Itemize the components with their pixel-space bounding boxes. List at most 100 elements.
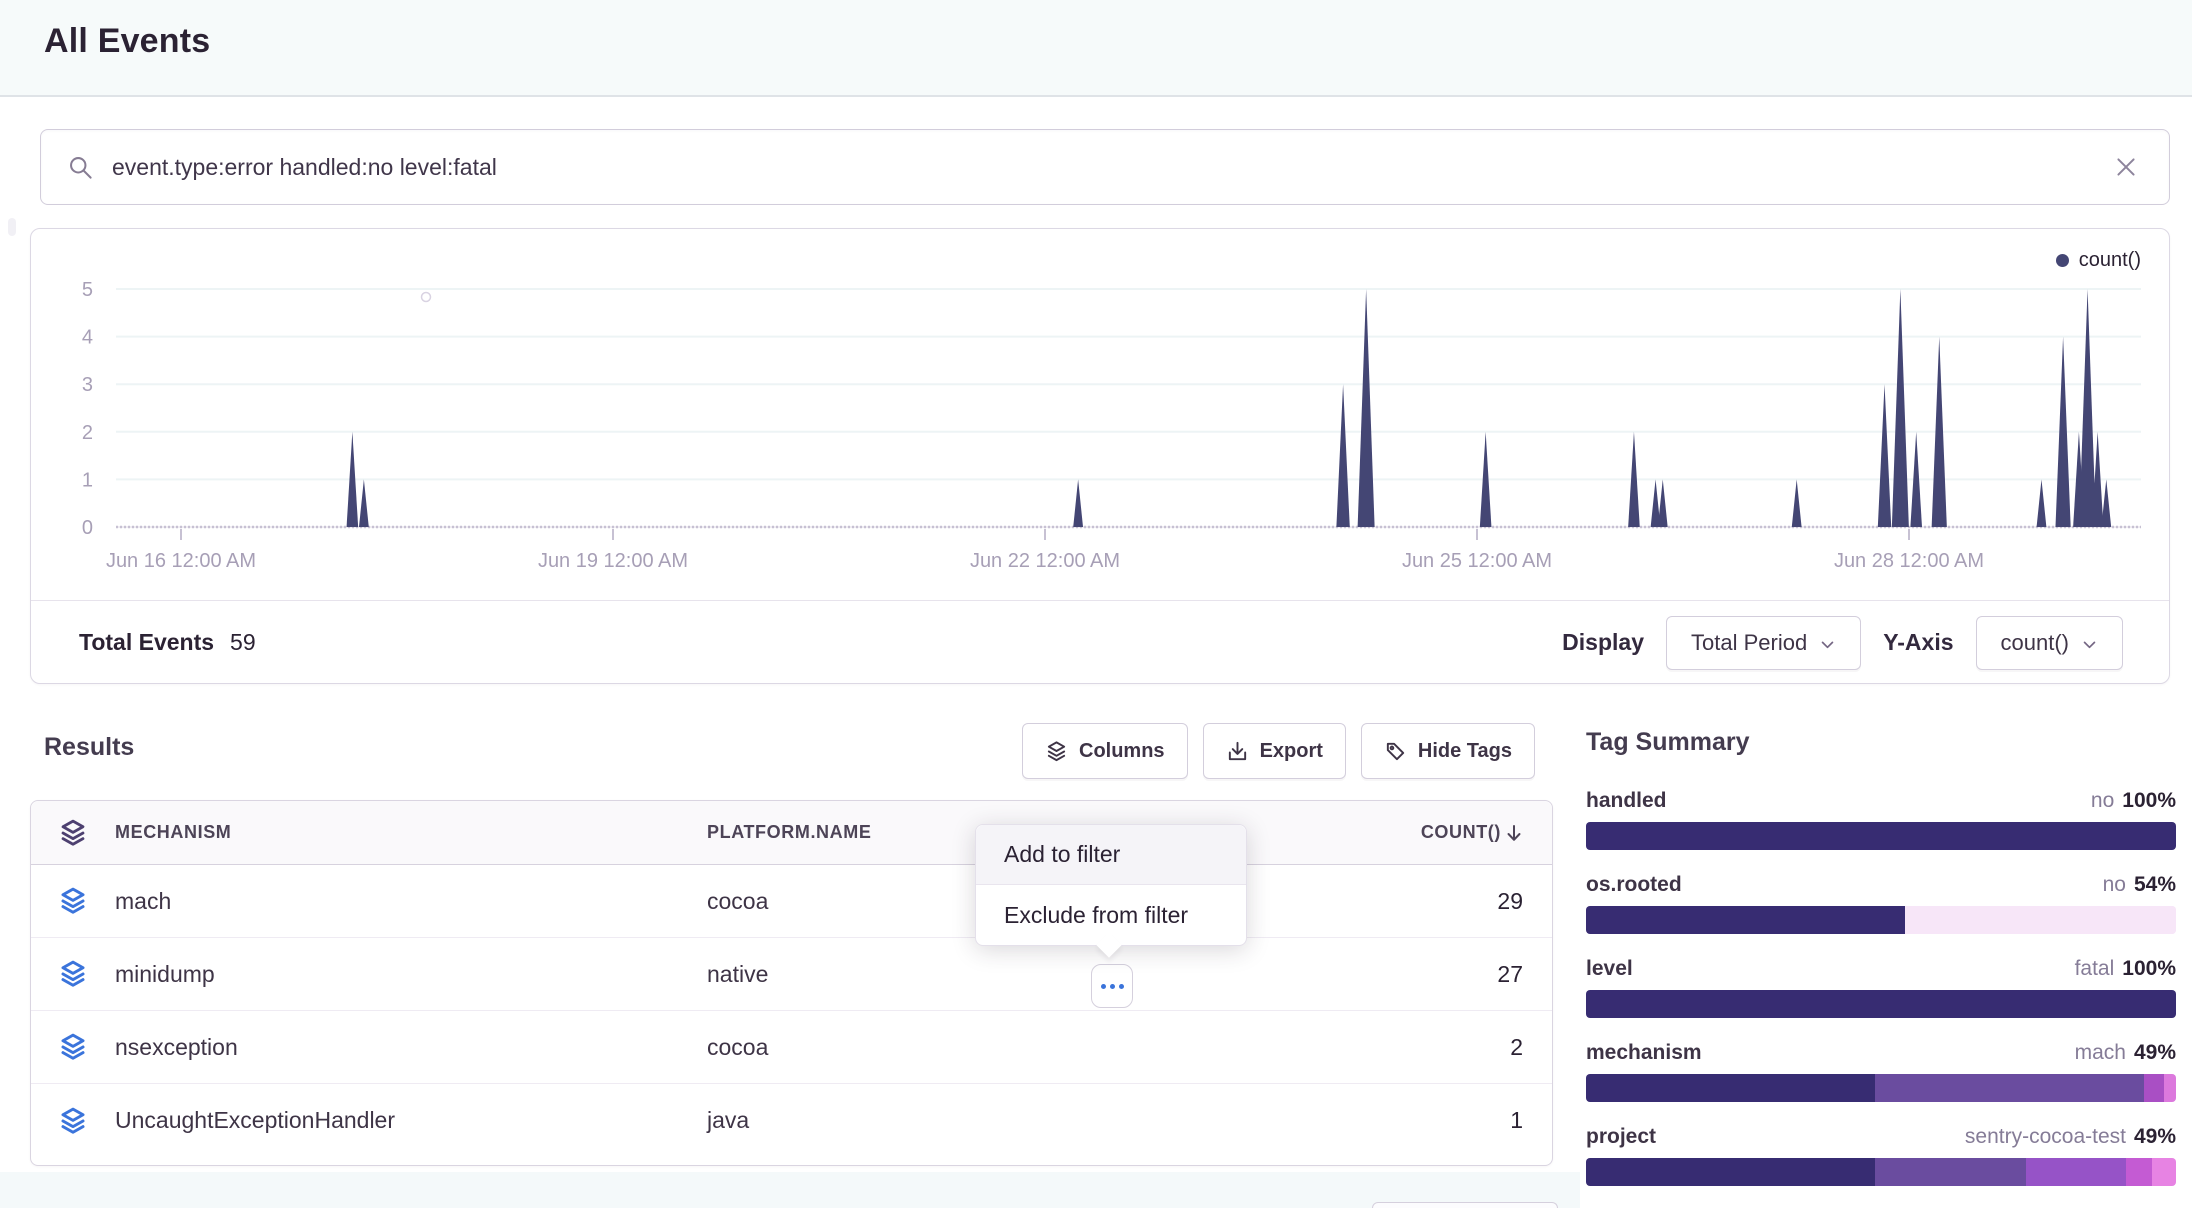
table-row[interactable]: UncaughtExceptionHandler java 1 bbox=[31, 1084, 1552, 1157]
chevron-down-icon bbox=[1819, 636, 1836, 653]
tag-icon bbox=[1384, 740, 1407, 763]
cell-mechanism: mach bbox=[115, 888, 707, 915]
tag-bar-segment bbox=[1586, 822, 2176, 850]
tag-percent: 49% bbox=[2134, 1125, 2176, 1148]
table-row[interactable]: nsexception cocoa 2 bbox=[31, 1011, 1552, 1084]
chart-legend[interactable]: count() bbox=[2056, 249, 2141, 272]
tag-distribution-bar[interactable] bbox=[1586, 990, 2176, 1018]
search-icon bbox=[67, 154, 94, 181]
export-button[interactable]: Export bbox=[1203, 723, 1346, 779]
page-bottom-strip bbox=[0, 1172, 1580, 1208]
cell-mechanism: minidump bbox=[115, 961, 707, 988]
svg-text:4: 4 bbox=[82, 327, 93, 349]
discover-all-events-page: All Events 0 1 2 3 4 5 Jun 16 12:00 AM Jun 19 1… bbox=[0, 0, 2192, 1208]
stack-icon bbox=[58, 886, 88, 916]
tag-summary-item[interactable]: level fatal100% bbox=[1586, 957, 2176, 1018]
svg-text:Jun 25 12:00 AM: Jun 25 12:00 AM bbox=[1402, 550, 1552, 572]
tag-percent: 100% bbox=[2122, 789, 2176, 812]
tag-distribution-bar[interactable] bbox=[1586, 906, 2176, 934]
tag-percent: 49% bbox=[2134, 1041, 2176, 1064]
cell-count: 2 bbox=[1292, 1034, 1552, 1061]
svg-text:Jun 19 12:00 AM: Jun 19 12:00 AM bbox=[538, 550, 688, 572]
events-chart: 0 1 2 3 4 5 Jun 16 12:00 AM Jun 19 12:00 AM Jun … bbox=[31, 229, 2169, 600]
count-header-label: COUNT() bbox=[1421, 822, 1501, 843]
stack-icon bbox=[58, 1032, 88, 1062]
tag-bar-segment bbox=[2026, 1158, 2126, 1186]
svg-text:1: 1 bbox=[82, 469, 93, 491]
table-body: mach cocoa 29 minidump native 27 nsexcep… bbox=[31, 865, 1552, 1157]
columns-button-label: Columns bbox=[1079, 740, 1165, 763]
svg-text:2: 2 bbox=[82, 422, 93, 444]
column-header-mechanism[interactable]: MECHANISM bbox=[115, 822, 707, 843]
tag-summary-item[interactable]: mechanism mach 49% bbox=[1586, 1041, 2176, 1102]
search-bar[interactable] bbox=[40, 129, 2170, 205]
tag-top-value: mach bbox=[2075, 1041, 2126, 1064]
tag-bar-segment bbox=[1586, 906, 1905, 934]
tag-bar-segment bbox=[1875, 1158, 2025, 1186]
y-axis-select-value: count() bbox=[2001, 630, 2069, 656]
cell-platform: java bbox=[707, 1107, 1292, 1134]
table-row[interactable]: minidump native 27 bbox=[31, 938, 1552, 1011]
svg-text:5: 5 bbox=[82, 279, 93, 301]
pagination-button-partial[interactable] bbox=[1372, 1202, 1558, 1208]
chevron-down-icon bbox=[2081, 636, 2098, 653]
tag-summary-item[interactable]: project sentry-cocoa-test 49% bbox=[1586, 1125, 2176, 1186]
tag-bar-segment bbox=[1905, 906, 2176, 934]
tag-name: mechanism bbox=[1586, 1041, 1702, 1065]
chart-footer: Total Events 59 Display Total Period Y-A… bbox=[31, 600, 2169, 684]
tag-distribution-bar[interactable] bbox=[1586, 822, 2176, 850]
tag-summary-item[interactable]: os.rooted no54% bbox=[1586, 873, 2176, 934]
legend-series-dot bbox=[2056, 254, 2069, 267]
tag-bar-segment bbox=[1586, 1074, 1875, 1102]
tag-summary-panel: Tag Summary handled no100% os.rooted no5… bbox=[1586, 728, 2176, 1208]
svg-text:0: 0 bbox=[82, 517, 93, 539]
y-axis-select[interactable]: count() bbox=[1976, 616, 2123, 670]
display-label: Display bbox=[1562, 629, 1644, 656]
results-table: MECHANISM PLATFORM.NAME COUNT() mach coc… bbox=[30, 800, 1553, 1166]
artifact-mark bbox=[8, 218, 16, 236]
sort-desc-arrow-icon bbox=[1505, 823, 1523, 843]
chart-footer-controls: Display Total Period Y-Axis count() bbox=[1562, 616, 2123, 670]
table-actions: Columns Export Hide Tags bbox=[1022, 723, 1535, 779]
page-header: All Events bbox=[0, 0, 2192, 97]
display-select[interactable]: Total Period bbox=[1666, 616, 1861, 670]
tag-distribution-bar[interactable] bbox=[1586, 1158, 2176, 1186]
cell-actions-ellipsis-button[interactable] bbox=[1091, 964, 1133, 1008]
tag-percent: 100% bbox=[2122, 957, 2176, 980]
tag-name: level bbox=[1586, 957, 1633, 981]
cell-context-menu: Add to filterExclude from filter bbox=[975, 824, 1247, 946]
tag-list: handled no100% os.rooted no54% level fat… bbox=[1586, 789, 2176, 1186]
tag-summary-item[interactable]: handled no100% bbox=[1586, 789, 2176, 850]
tag-top-value: no bbox=[2103, 873, 2126, 896]
tag-top-value: sentry-cocoa-test bbox=[1965, 1125, 2126, 1148]
tag-name: project bbox=[1586, 1125, 1656, 1149]
hide-tags-button[interactable]: Hide Tags bbox=[1361, 723, 1535, 779]
clear-search-icon[interactable] bbox=[2109, 150, 2143, 184]
total-events-label: Total Events bbox=[79, 629, 214, 656]
export-button-label: Export bbox=[1260, 740, 1323, 763]
total-events-value: 59 bbox=[230, 629, 256, 656]
tag-top-value: no bbox=[2091, 789, 2114, 812]
search-input[interactable] bbox=[112, 154, 2109, 181]
tag-summary-heading: Tag Summary bbox=[1586, 728, 2176, 757]
tag-bar-segment bbox=[2144, 1074, 2165, 1102]
svg-text:3: 3 bbox=[82, 374, 93, 396]
cell-mechanism: nsexception bbox=[115, 1034, 707, 1061]
table-row[interactable]: mach cocoa 29 bbox=[31, 865, 1552, 938]
download-icon bbox=[1226, 740, 1249, 763]
cell-platform: native bbox=[707, 961, 1292, 988]
tag-distribution-bar[interactable] bbox=[1586, 1074, 2176, 1102]
stack-icon bbox=[58, 959, 88, 989]
svg-text:Jun 16 12:00 AM: Jun 16 12:00 AM bbox=[106, 550, 256, 572]
results-heading: Results bbox=[44, 733, 134, 762]
events-chart-panel: 0 1 2 3 4 5 Jun 16 12:00 AM Jun 19 12:00 AM Jun … bbox=[30, 228, 2170, 684]
tag-name: os.rooted bbox=[1586, 873, 1682, 897]
stack-icon bbox=[58, 818, 88, 848]
cell-platform: cocoa bbox=[707, 1034, 1292, 1061]
cell-count: 27 bbox=[1292, 961, 1552, 988]
stack-icon bbox=[58, 1106, 88, 1136]
columns-button[interactable]: Columns bbox=[1022, 723, 1188, 779]
menu-item-add-to-filter[interactable]: Add to filter bbox=[976, 825, 1246, 885]
column-header-count[interactable]: COUNT() bbox=[1292, 822, 1552, 843]
hide-tags-button-label: Hide Tags bbox=[1418, 740, 1512, 763]
